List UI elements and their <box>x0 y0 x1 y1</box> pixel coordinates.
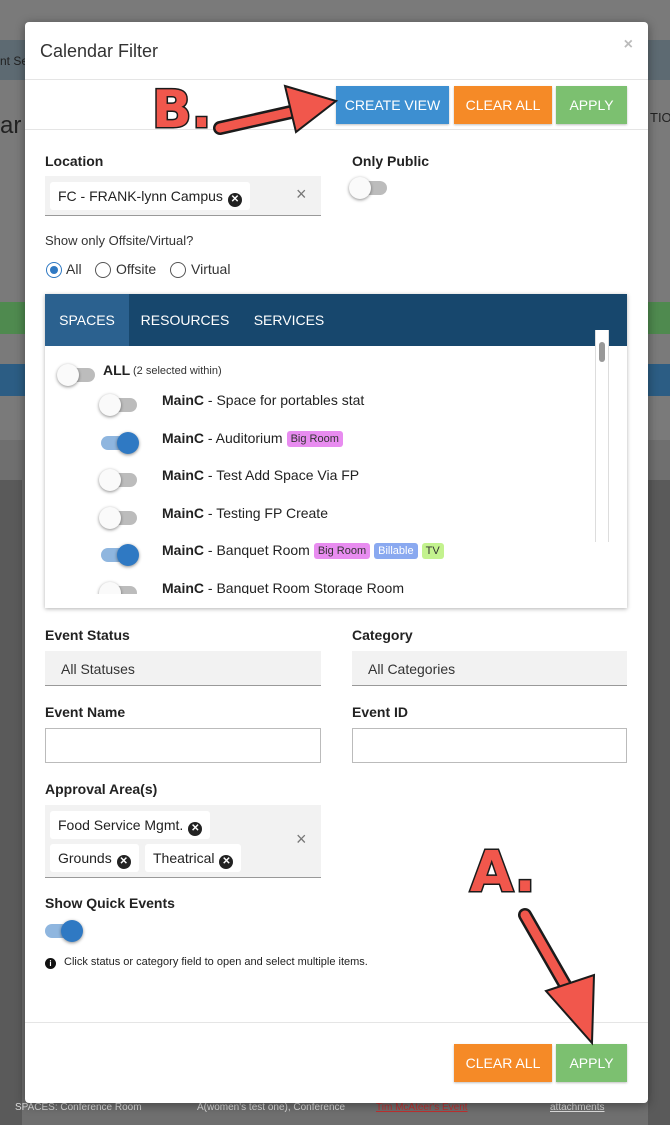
annotation-b-arrow <box>213 84 339 135</box>
annotation-a-label: A. <box>469 839 538 907</box>
annotation-arrows <box>213 84 596 1046</box>
annotation-a-arrow <box>518 908 596 1046</box>
